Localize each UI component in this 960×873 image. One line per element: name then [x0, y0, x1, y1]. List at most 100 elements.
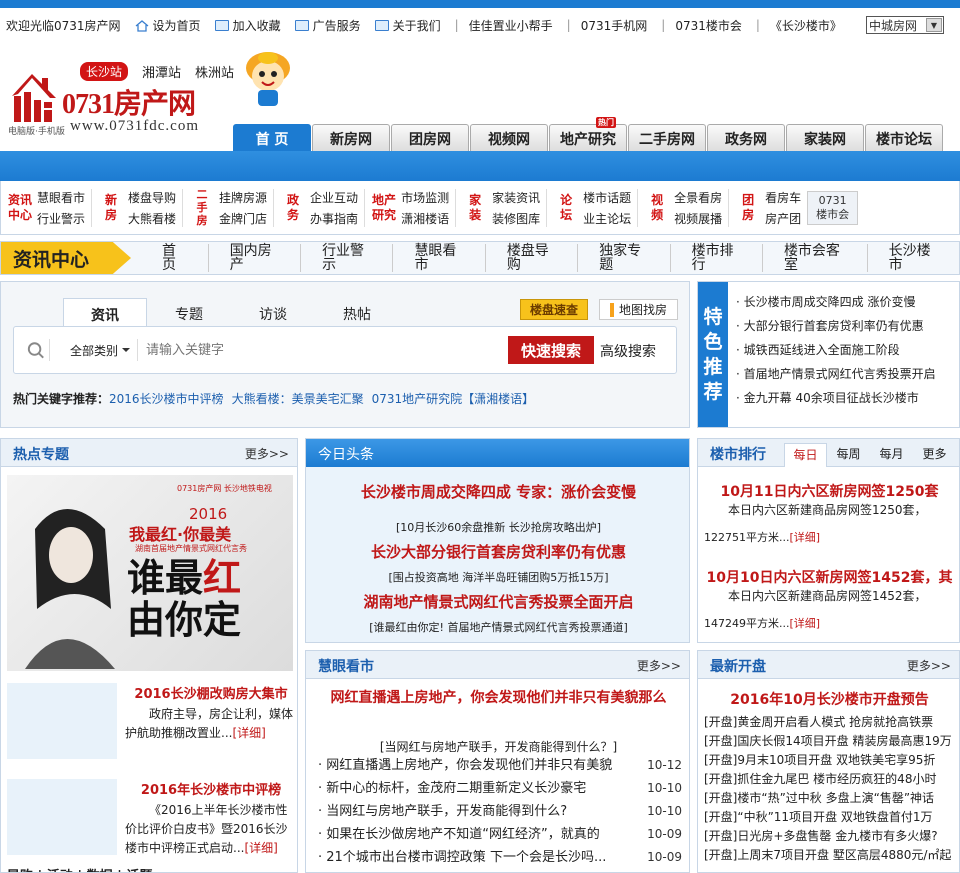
hot-keyword-link[interactable]: 0731地产研究院【潇湘楼语】	[372, 392, 535, 406]
subnav-link[interactable]: 大熊看楼	[128, 210, 176, 227]
list-item[interactable]: [开盘]黄金周开启看人模式 抢房就抢高铁票	[704, 713, 959, 732]
add-favorite-link[interactable]: 加入收藏	[214, 17, 281, 34]
subnav-link[interactable]: 业主论坛	[583, 210, 631, 227]
changsha-magazine-link[interactable]: 《长沙楼市》	[770, 17, 842, 34]
tab-monthly[interactable]: 每月	[870, 443, 913, 467]
subnav-link[interactable]: 企业互动	[310, 189, 358, 206]
list-item[interactable]: [开盘]国庆长假14项目开盘 精装房最高惠19万	[704, 732, 959, 751]
market-sub[interactable]: [当网红与房地产联手，开发商能得到什么？]	[306, 738, 689, 755]
subnav-link[interactable]: 楼市话题	[583, 189, 631, 206]
more-link[interactable]: 更多>>	[637, 657, 681, 674]
headline-link[interactable]: 长沙楼市周成交降四成 专家：涨价会变慢	[306, 481, 689, 502]
secnav-item[interactable]: 楼市会客室	[763, 244, 868, 272]
list-item[interactable]: 网红直播遇上房地产，你会发现他们并非只有美貌10-12	[318, 754, 682, 777]
mobile-link[interactable]: 0731手机网	[581, 17, 648, 34]
more-link[interactable]: 更多>>	[245, 445, 289, 462]
featured-item[interactable]: 金九开幕 40余项目征战长沙楼市	[736, 386, 936, 410]
subnav-link[interactable]: 市场监测	[401, 189, 449, 206]
subnav-link[interactable]: 办事指南	[310, 210, 358, 227]
search-button[interactable]: 快速搜索	[508, 336, 594, 364]
headline-link[interactable]: 长沙大部分银行首套房贷利率仍有优惠	[306, 541, 689, 562]
tab-second-hand[interactable]: 二手房网	[628, 124, 706, 152]
subnav-link[interactable]: 慧眼看市	[37, 189, 85, 206]
tab-decoration[interactable]: 家装网	[786, 124, 864, 152]
list-item[interactable]: [开盘]9月末10项目开盘 双地铁美宅享95折	[704, 751, 959, 770]
list-item[interactable]: [开盘]日光房+多盘售罄 金九楼市有多火爆?	[704, 827, 959, 846]
subnav-link[interactable]: 看房车	[765, 189, 801, 206]
tab-forum[interactable]: 楼市论坛	[865, 124, 943, 152]
ad-service-link[interactable]: 广告服务	[294, 17, 361, 34]
list-item[interactable]: 当网红与房地产联手，开发商能得到什么?10-10	[318, 800, 682, 823]
loushihui-button[interactable]: 0731 楼市会	[807, 190, 859, 225]
secnav-item[interactable]: 楼市排行	[671, 244, 763, 272]
station-active[interactable]: 长沙站	[80, 62, 129, 81]
topic-thumbnail[interactable]	[7, 683, 117, 759]
list-item[interactable]: 如果在长沙做房地产不知道“网红经济”，就真的10-09	[318, 823, 682, 846]
map-search-button[interactable]: 地图找房	[599, 299, 678, 320]
tab-home[interactable]: 首 页	[233, 124, 311, 152]
detail-link[interactable]: [详细]	[789, 531, 820, 544]
subnav-link[interactable]: 家装资讯	[492, 189, 540, 206]
more-link[interactable]: 更多>>	[907, 657, 951, 674]
helper-link[interactable]: 佳佳置业小帮手	[469, 17, 553, 34]
headline-sub[interactable]: [10月长沙60余盘推新 长沙抢房攻略出炉]	[306, 519, 689, 535]
secnav-item[interactable]: 长沙楼市	[868, 244, 959, 272]
headline-link[interactable]: 湖南地产情景式网红代言秀投票全面开启	[306, 591, 689, 612]
openings-subtitle[interactable]: 2016年10月长沙楼市开盘预告	[698, 689, 959, 709]
secnav-item[interactable]: 楼盘导购	[486, 244, 579, 272]
topic-title[interactable]: 2016年长沙楼市中评榜	[131, 779, 291, 798]
station-xiangtan[interactable]: 湘潭站	[142, 62, 181, 81]
search-tab-news[interactable]: 资讯	[63, 298, 147, 326]
logo-icon[interactable]	[8, 62, 60, 124]
subnav-link[interactable]: 房产团	[765, 210, 801, 227]
list-item[interactable]: 新中心的标杆，金茂府二期重新定义长沙豪宅10-10	[318, 777, 682, 800]
search-input[interactable]	[146, 339, 506, 361]
featured-item[interactable]: 大部分银行首套房贷利率仍有优惠	[736, 314, 936, 338]
detail-link[interactable]: [详细]	[232, 726, 265, 740]
headline-sub[interactable]: [谁最红由你定! 首届地产情景式网红代言秀投票通道]	[306, 619, 689, 635]
advanced-search-link[interactable]: 高级搜索	[600, 341, 656, 361]
subnav-link[interactable]: 全景看房	[674, 189, 722, 206]
search-tab-topic[interactable]: 专题	[147, 298, 231, 326]
secnav-item[interactable]: 独家专题	[578, 244, 671, 272]
subnav-link[interactable]: 挂牌房源	[219, 189, 267, 206]
headline-sub[interactable]: [围占投资高地 海洋半岛旺铺团购5万抵15万]	[306, 569, 689, 585]
topic-title[interactable]: 2016长沙棚改购房大集市	[131, 683, 291, 702]
subnav-link[interactable]: 楼盘导购	[128, 189, 176, 206]
market-headline[interactable]: 网红直播遇上房地产，你会发现他们并非只有美貌那么	[306, 687, 689, 707]
detail-link[interactable]: [详细]	[789, 617, 820, 630]
about-us-link[interactable]: 关于我们	[374, 17, 441, 34]
list-item[interactable]: 21个城市出台楼市调控政策 下一个会是长沙吗...10-09	[318, 846, 682, 869]
loushihui-link[interactable]: 0731楼市会	[675, 17, 742, 34]
city-select[interactable]: 中城房网 ▼	[866, 16, 944, 34]
tab-daily[interactable]: 每日	[784, 443, 827, 467]
secnav-item[interactable]: 行业警示	[301, 244, 394, 272]
search-tab-hot-post[interactable]: 热帖	[315, 298, 399, 326]
topic-thumbnail[interactable]	[7, 779, 117, 855]
hot-topic-banner[interactable]: 0731房产网 长沙地铁电视 2016 我最红·你最美 湖南首届地产情景式网红代…	[7, 475, 293, 671]
tab-new-house[interactable]: 新房网	[312, 124, 390, 152]
subnav-link[interactable]: 潇湘楼语	[401, 210, 449, 227]
bottom-tabs[interactable]: 导购 | 活动 | 数据 | 话题	[7, 865, 152, 872]
secnav-item[interactable]: 首页	[141, 244, 209, 272]
tab-research[interactable]: 地产研究 热门	[549, 117, 627, 152]
list-item[interactable]: [开盘]抓住金九尾巴 楼市经历疯狂的48小时	[704, 770, 959, 789]
detail-link[interactable]: [详细]	[244, 841, 277, 855]
subnav-link[interactable]: 视频展播	[674, 210, 722, 227]
subnav-link[interactable]: 金牌门店	[219, 210, 267, 227]
list-item[interactable]: [开盘]上周末7项目开盘 墅区高层4880元/㎡起	[704, 846, 959, 865]
hot-keyword-link[interactable]: 大熊看楼：美景美宅汇聚	[232, 392, 364, 406]
set-homepage-link[interactable]: 设为首页	[135, 17, 201, 34]
quick-search-button[interactable]: 楼盘速查	[520, 299, 588, 320]
hot-keyword-link[interactable]: 2016长沙楼市中评榜	[109, 392, 224, 406]
tab-weekly[interactable]: 每周	[827, 443, 870, 467]
subnav-link[interactable]: 装修图库	[492, 210, 540, 227]
featured-item[interactable]: 首届地产情景式网红代言秀投票开启	[736, 362, 936, 386]
station-zhuzhou[interactable]: 株洲站	[195, 62, 234, 81]
secnav-item[interactable]: 国内房产	[209, 244, 302, 272]
tab-more[interactable]: 更多	[913, 443, 956, 467]
tab-group-buy[interactable]: 团房网	[391, 124, 469, 152]
featured-item[interactable]: 城铁西延线进入全面施工阶段	[736, 338, 936, 362]
list-item[interactable]: [开盘]楼市“热”过中秋 多盘上演“售罄”神话	[704, 789, 959, 808]
tab-video[interactable]: 视频网	[470, 124, 548, 152]
